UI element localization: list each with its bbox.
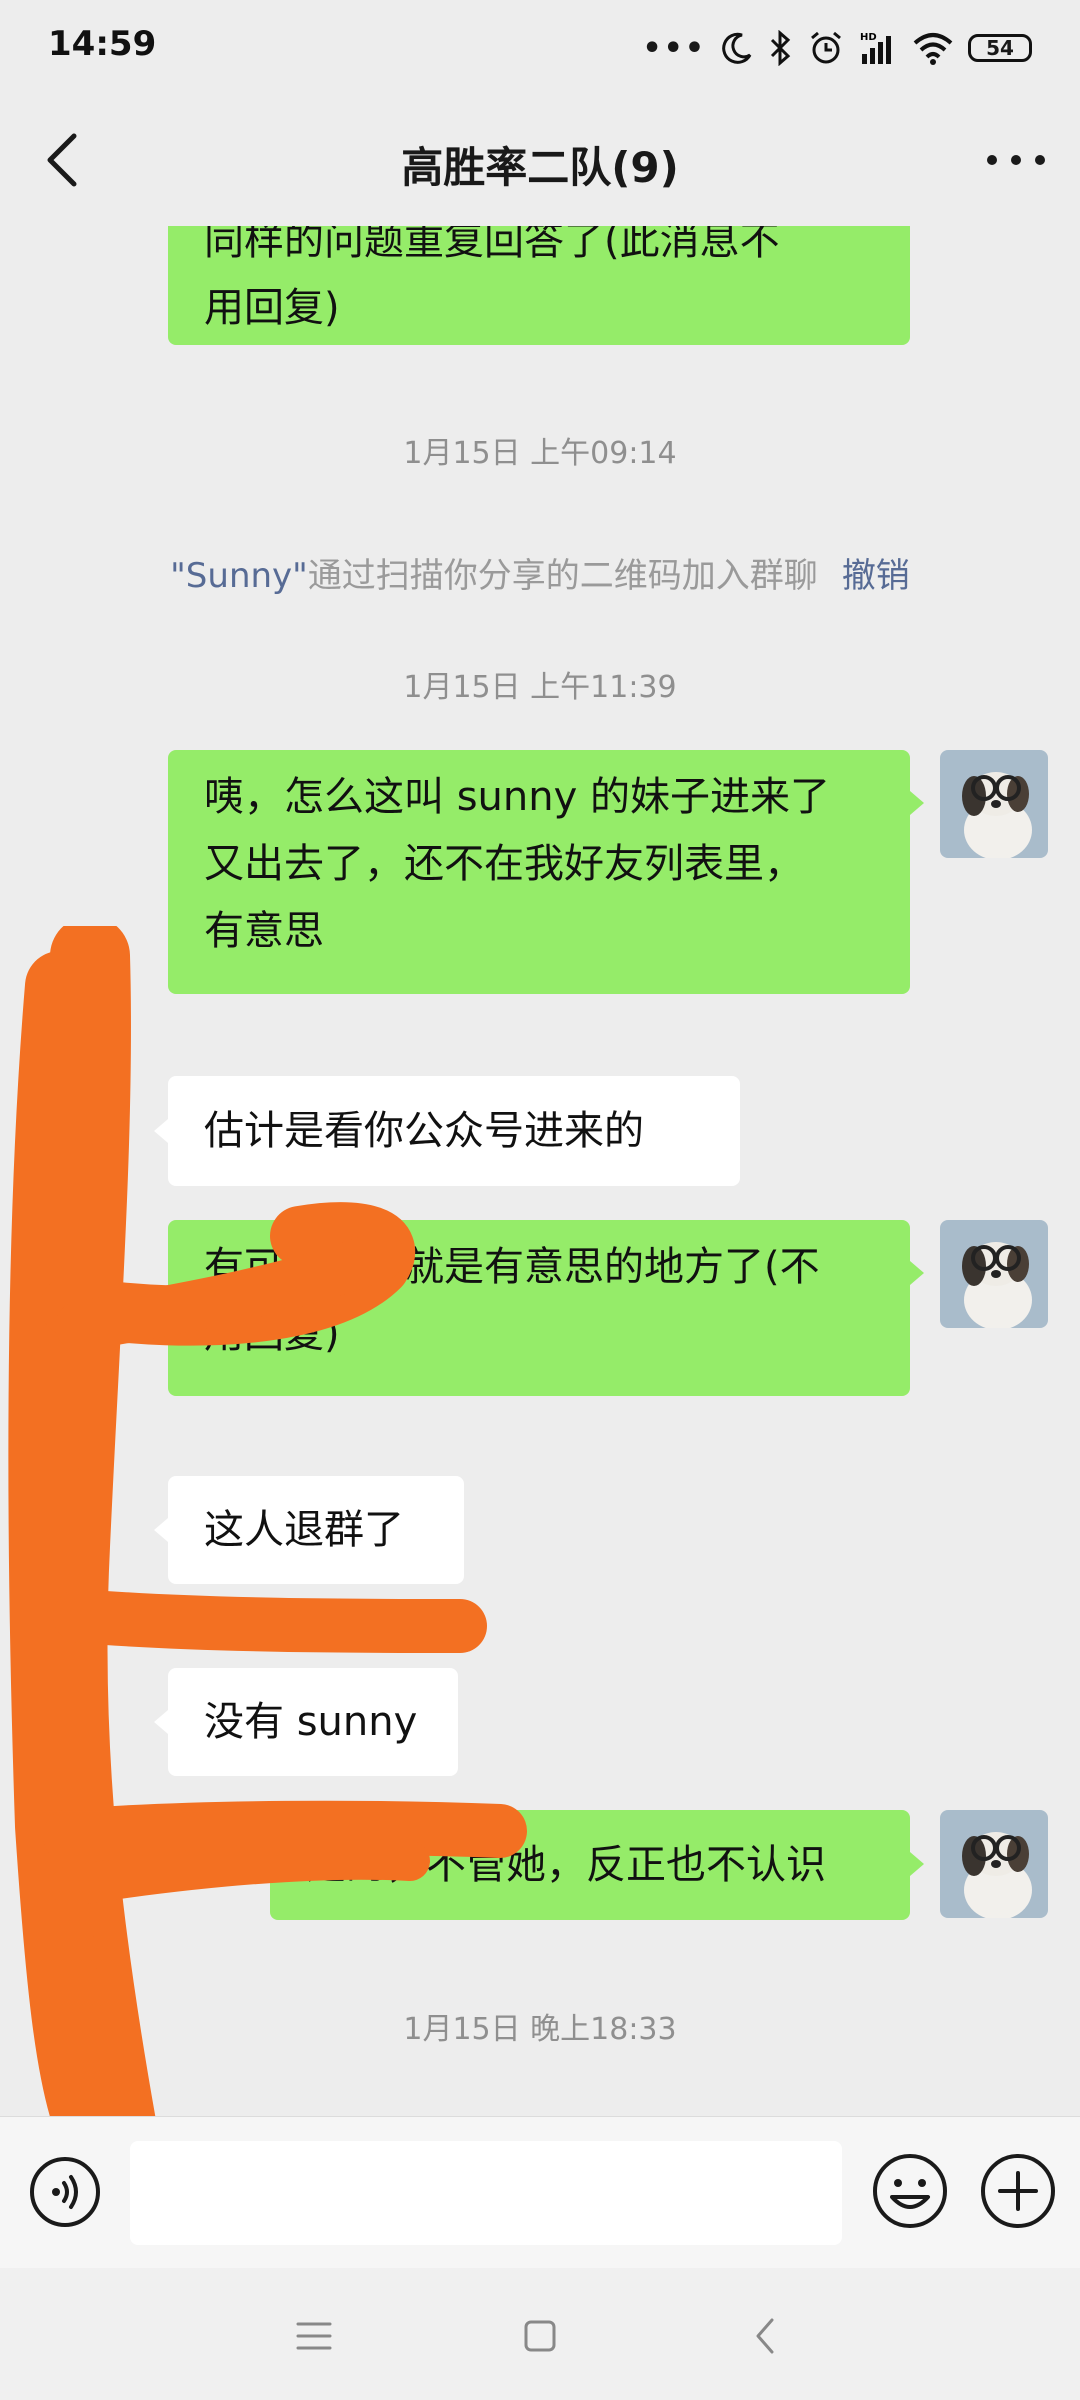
bubble-tail xyxy=(910,1261,924,1285)
message-bubble-sent[interactable]: 同样的问题重复回答了(此消息不 用回复) xyxy=(168,226,910,345)
message-text-line: 咦，怎么这叫 sunny 的妹子进来了 xyxy=(204,774,830,820)
avatar[interactable] xyxy=(940,750,1048,858)
voice-icon[interactable] xyxy=(28,2155,102,2229)
system-message: "Sunny"通过扫描你分享的二维码加入群聊 撤销 xyxy=(0,548,1080,597)
avatar[interactable] xyxy=(940,1810,1048,1918)
chat-title: 高胜率二队(9) xyxy=(401,143,679,192)
bubble-tail xyxy=(910,1852,924,1876)
more-notifications-icon: ••• xyxy=(642,30,706,66)
home-icon[interactable] xyxy=(512,2308,568,2364)
emoji-icon[interactable] xyxy=(870,2151,950,2231)
bluetooth-icon xyxy=(770,30,791,66)
system-nav-bar xyxy=(0,2268,1080,2400)
input-bar xyxy=(0,2116,1080,2269)
signal-icon: HD xyxy=(860,32,891,64)
message-input[interactable] xyxy=(130,2141,842,2245)
bubble-tail xyxy=(910,791,924,815)
wifi-icon xyxy=(913,33,953,65)
battery-indicator: 54 xyxy=(968,34,1032,62)
status-time: 14:59 xyxy=(48,24,157,64)
plus-icon[interactable] xyxy=(978,2151,1058,2231)
avatar[interactable] xyxy=(940,1220,1048,1328)
message-text-line: 同样的问题重复回答了(此消息不 xyxy=(204,226,780,264)
dog-avatar-icon xyxy=(940,1220,1048,1328)
alarm-icon xyxy=(811,31,841,64)
message-text-line: 又出去了，还不在我好友列表里， xyxy=(204,841,804,887)
moon-icon xyxy=(722,32,752,64)
svg-text:HD: HD xyxy=(860,32,877,43)
redaction-scribble xyxy=(8,926,527,2116)
chat-area[interactable]: 同样的问题重复回答了(此消息不 用回复) 1月15日 上午09:14 "Sunn… xyxy=(0,226,1080,2116)
chat-header: 高胜率二队(9) xyxy=(0,96,1080,226)
menu-icon[interactable] xyxy=(286,2308,342,2364)
system-message-text: 通过扫描你分享的二维码加入群聊 xyxy=(307,556,818,596)
dog-avatar-icon xyxy=(940,750,1048,858)
message-text-line: 用回复) xyxy=(204,285,340,331)
back-icon[interactable] xyxy=(738,2308,794,2364)
status-icons: ••• HD 54 xyxy=(642,22,1032,74)
more-dots-icon[interactable] xyxy=(978,124,1054,196)
dog-avatar-icon xyxy=(940,1810,1048,1918)
status-bar: 14:59 ••• HD 54 xyxy=(0,0,1080,96)
member-name-link[interactable]: "Sunny" xyxy=(170,556,308,596)
time-divider: 1月15日 上午11:39 xyxy=(403,670,677,705)
revoke-link[interactable]: 撤销 xyxy=(842,556,910,596)
time-divider: 1月15日 上午09:14 xyxy=(403,436,677,471)
